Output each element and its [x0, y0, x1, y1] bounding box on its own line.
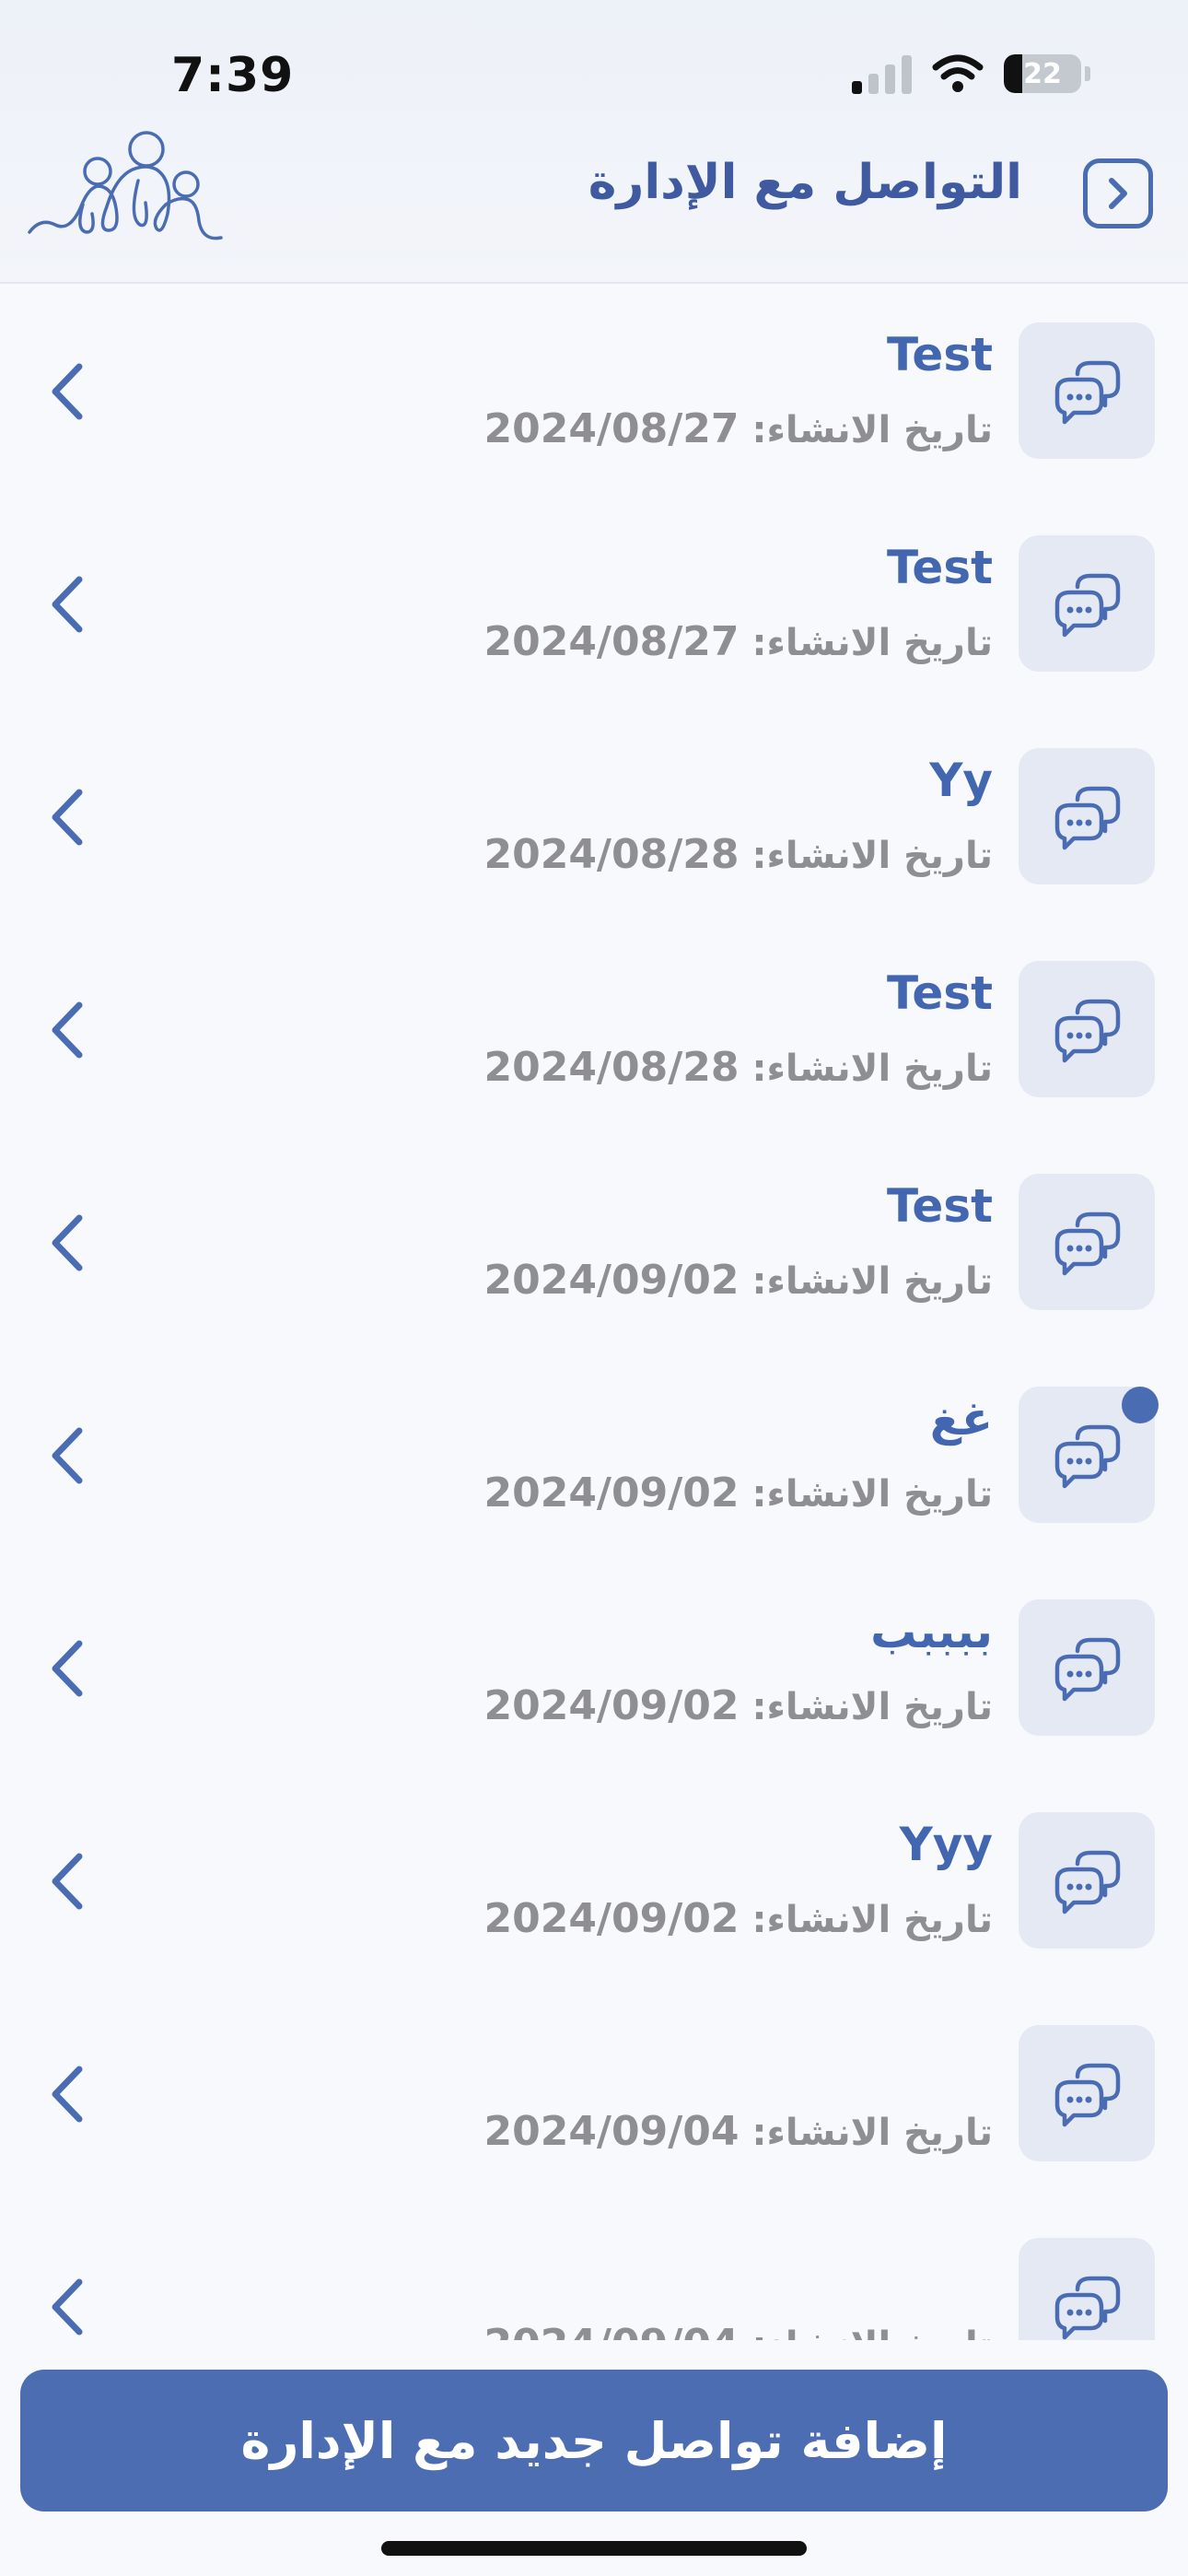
chevron-left-icon — [52, 1427, 83, 1484]
list-item-date: تاريخ الانشاء: 2024/09/02 — [483, 1682, 993, 1729]
battery-level: 22 — [1023, 57, 1062, 90]
add-conversation-button[interactable]: إضافة تواصل جديد مع الإدارة — [20, 2370, 1168, 2512]
list-item-date: تاريخ الانشاء: 2024/09/04 — [483, 2321, 993, 2340]
chat-icon-tile — [1019, 961, 1155, 1097]
chat-bubbles-icon — [1054, 1850, 1121, 1914]
list-item-title: Test — [886, 541, 993, 594]
chevron-left-icon — [52, 1640, 83, 1697]
date-value: 2024/08/27 — [483, 618, 740, 665]
chat-icon-tile — [1019, 748, 1155, 884]
list-item[interactable]: Test تاريخ الانشاء: 2024/08/28 — [0, 922, 1188, 1135]
date-label: تاريخ الانشاء: — [751, 835, 993, 877]
chat-bubbles-icon — [1054, 1424, 1121, 1489]
chevron-left-icon — [52, 1214, 83, 1271]
date-label: تاريخ الانشاء: — [751, 622, 993, 664]
header: 7:39 22 التواصل مع الإدارة — [0, 0, 1188, 284]
date-value: 2024/09/04 — [483, 2321, 739, 2340]
chevron-left-icon — [52, 363, 83, 420]
date-value: 2024/09/02 — [483, 1469, 740, 1516]
date-value: 2024/09/02 — [483, 1257, 740, 1304]
date-value: 2024/08/28 — [483, 831, 740, 878]
list-item-date: تاريخ الانشاء: 2024/09/02 — [483, 1895, 993, 1942]
chat-icon-tile — [1019, 1387, 1159, 1523]
chevron-left-icon — [52, 1853, 83, 1910]
chat-bubbles-icon — [1054, 1637, 1121, 1702]
chat-bubbles-icon — [1054, 786, 1121, 850]
chat-bubbles-icon — [1054, 573, 1121, 638]
chat-icon-tile — [1019, 1599, 1155, 1736]
chat-bubbles-icon — [1054, 2276, 1121, 2340]
unread-dot — [1122, 1387, 1159, 1423]
list-item-title: Test — [886, 328, 993, 381]
chevron-right-icon — [1109, 178, 1127, 209]
chat-icon-tile — [1019, 1174, 1155, 1310]
chevron-left-icon — [52, 576, 83, 633]
chat-icon-tile — [1019, 535, 1155, 672]
list-item-title: غغ — [929, 1392, 993, 1446]
page-title: التواصل مع الإدارة — [588, 155, 1022, 210]
list-item-date: تاريخ الانشاء: 2024/09/02 — [483, 1257, 993, 1304]
home-indicator — [381, 2541, 807, 2556]
list-item-date: تاريخ الانشاء: 2024/09/04 — [483, 2108, 993, 2155]
chat-bubbles-icon — [1054, 1212, 1121, 1276]
chat-icon-tile — [1019, 2238, 1155, 2340]
date-label: تاريخ الانشاء: — [751, 1686, 993, 1728]
chat-bubbles-icon — [1054, 999, 1121, 1063]
list-item-date: تاريخ الانشاء: 2024/08/27 — [483, 405, 993, 452]
chat-icon-tile — [1019, 2025, 1155, 2161]
list-item-title: Test — [886, 966, 993, 1020]
chat-bubbles-icon — [1054, 2063, 1121, 2127]
date-label: تاريخ الانشاء: — [751, 409, 993, 451]
chevron-left-icon — [52, 2278, 83, 2336]
chat-icon-tile — [1019, 322, 1155, 459]
family-logo-icon — [28, 131, 223, 240]
chevron-left-icon — [52, 2066, 83, 2123]
back-button[interactable] — [1083, 158, 1153, 228]
chat-icon-tile — [1019, 1812, 1155, 1949]
list-item-date: تاريخ الانشاء: 2024/08/28 — [483, 831, 993, 878]
conversation-list: Test تاريخ الانشاء: 2024/08/27 Test تاريخ ا… — [0, 284, 1188, 2340]
status-icons: 22 — [852, 53, 1090, 94]
signal-icon — [852, 53, 912, 94]
list-item[interactable]: Test تاريخ الانشاء: 2024/08/27 — [0, 284, 1188, 497]
date-value: 2024/09/02 — [483, 1895, 740, 1942]
list-item[interactable]: تاريخ الانشاء: 2024/09/04 — [0, 2199, 1188, 2340]
list-item-title: Yy — [929, 754, 993, 807]
date-label: تاريخ الانشاء: — [751, 1048, 993, 1090]
list-item-title: Test — [886, 1179, 993, 1233]
chevron-left-icon — [52, 789, 83, 846]
list-item[interactable]: Test تاريخ الانشاء: 2024/09/02 — [0, 1135, 1188, 1348]
date-label: تاريخ الانشاء: — [751, 2324, 993, 2340]
list-item-title: Yyy — [899, 1818, 993, 1871]
date-label: تاريخ الانشاء: — [751, 1899, 993, 1941]
screen: 7:39 22 التواصل مع الإدارة Test تاريخ ال… — [0, 0, 1188, 2576]
list-item[interactable]: Yyy تاريخ الانشاء: 2024/09/02 — [0, 1774, 1188, 1986]
list-item-date: تاريخ الانشاء: 2024/09/02 — [483, 1469, 993, 1516]
date-value: 2024/08/27 — [483, 405, 740, 452]
wifi-icon — [932, 54, 984, 92]
date-label: تاريخ الانشاء: — [751, 1473, 993, 1516]
list-item[interactable]: Yy تاريخ الانشاء: 2024/08/28 — [0, 709, 1188, 922]
date-value: 2024/08/28 — [483, 1044, 740, 1091]
list-item-title: ببببب — [870, 1605, 993, 1658]
list-item[interactable]: ببببب تاريخ الانشاء: 2024/09/02 — [0, 1561, 1188, 1774]
date-value: 2024/09/02 — [483, 1682, 740, 1729]
status-time: 7:39 — [171, 48, 295, 103]
list-item-date: تاريخ الانشاء: 2024/08/27 — [483, 618, 993, 665]
battery-icon: 22 — [1004, 54, 1081, 93]
list-item[interactable]: Test تاريخ الانشاء: 2024/08/27 — [0, 497, 1188, 709]
chat-bubbles-icon — [1054, 360, 1121, 425]
date-value: 2024/09/04 — [483, 2108, 740, 2155]
list-item[interactable]: تاريخ الانشاء: 2024/09/04 — [0, 1986, 1188, 2199]
list-item-date: تاريخ الانشاء: 2024/08/28 — [483, 1044, 993, 1091]
list-item[interactable]: غغ تاريخ الانشاء: 2024/09/02 — [0, 1348, 1188, 1561]
date-label: تاريخ الانشاء: — [751, 2112, 993, 2154]
chevron-left-icon — [52, 1001, 83, 1059]
date-label: تاريخ الانشاء: — [751, 1260, 993, 1303]
